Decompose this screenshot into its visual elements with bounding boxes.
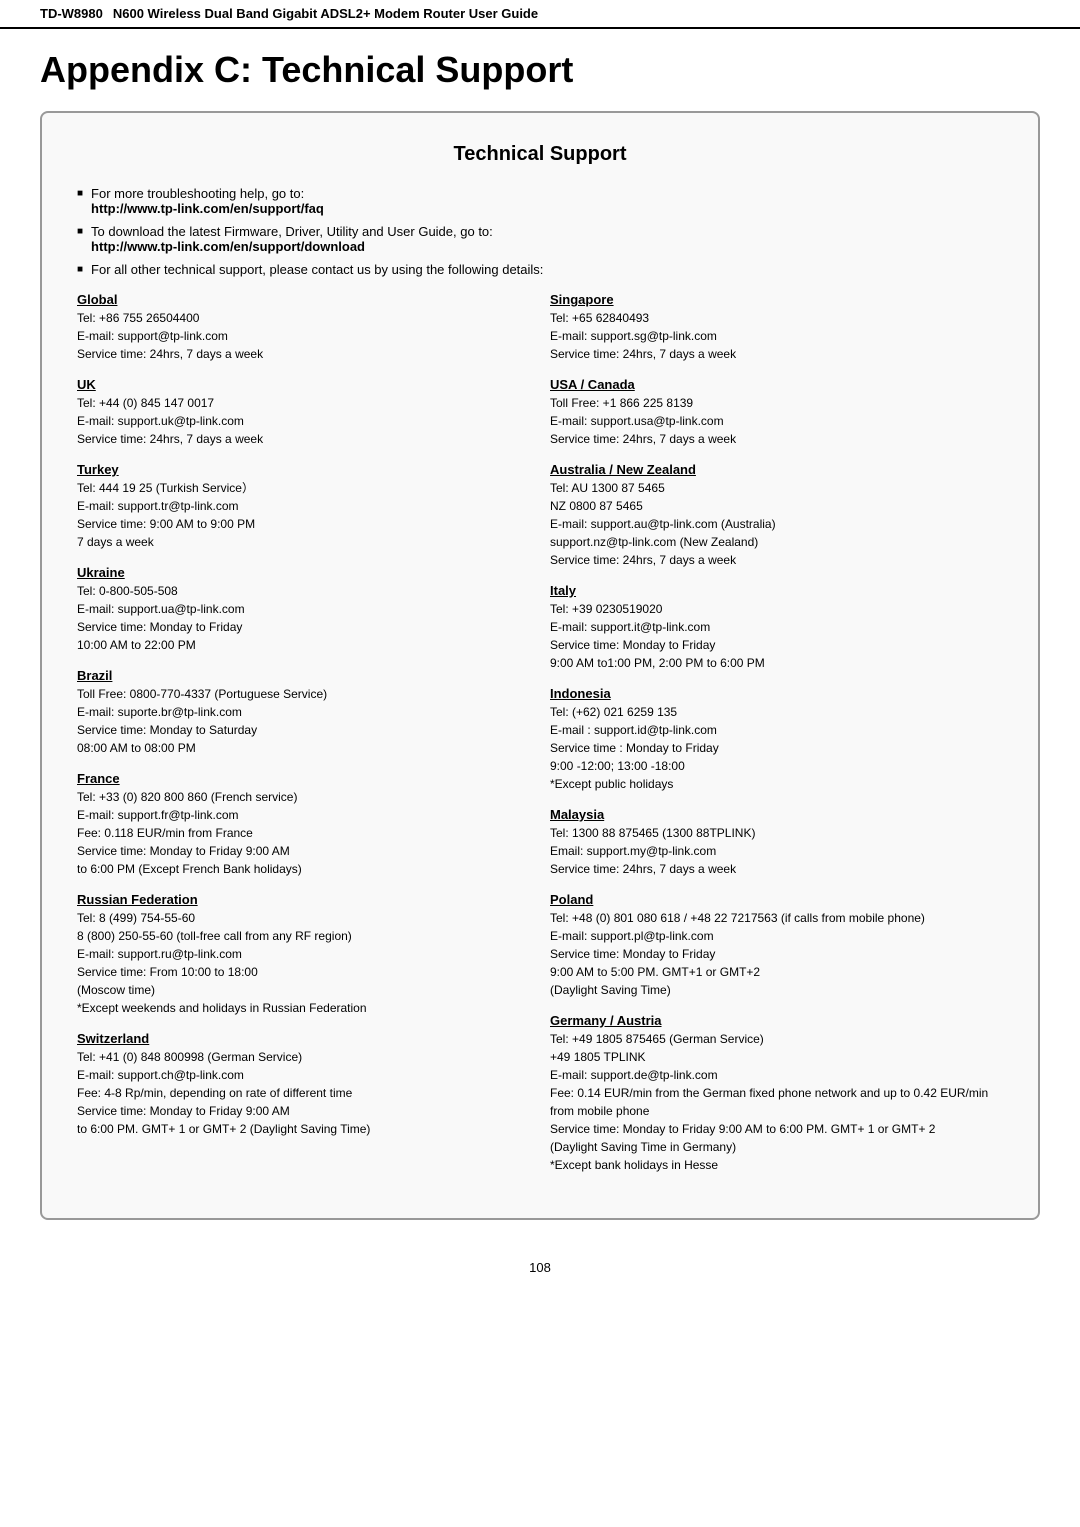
region-info: Tel: +33 (0) 820 800 860 (French service…	[77, 788, 530, 878]
bullet-item-2: To download the latest Firmware, Driver,…	[77, 224, 1003, 254]
region-name: UK	[77, 377, 530, 392]
bullet-item-3: For all other technical support, please …	[77, 262, 1003, 277]
region-info: Tel: +39 0230519020 E-mail: support.it@t…	[550, 600, 1003, 672]
region-block-right: Poland Tel: +48 (0) 801 080 618 / +48 22 …	[550, 892, 1003, 999]
region-name: Ukraine	[77, 565, 530, 580]
region-info: Tel: +65 62840493 E-mail: support.sg@tp-…	[550, 309, 1003, 363]
page-number: 108	[0, 1250, 1080, 1285]
region-info: Tel: (+62) 021 6259 135 E-mail : support…	[550, 703, 1003, 793]
col-right: Singapore Tel: +65 62840493 E-mail: suppo…	[550, 292, 1003, 1188]
region-name: France	[77, 771, 530, 786]
region-name: Russian Federation	[77, 892, 530, 907]
region-info: Tel: +41 (0) 848 800998 (German Service)…	[77, 1048, 530, 1138]
region-info: Tel: 1300 88 875465 (1300 88TPLINK) Emai…	[550, 824, 1003, 878]
region-block-right: Malaysia Tel: 1300 88 875465 (1300 88TPLI…	[550, 807, 1003, 878]
region-info: Toll Free: +1 866 225 8139 E-mail: suppo…	[550, 394, 1003, 448]
content-box: Technical Support For more troubleshooti…	[40, 111, 1040, 1220]
col-left: Global Tel: +86 755 26504400 E-mail: supp…	[77, 292, 530, 1188]
region-block-left: Russian Federation Tel: 8 (499) 754-55-60…	[77, 892, 530, 1017]
regions-columns: Global Tel: +86 755 26504400 E-mail: supp…	[77, 292, 1003, 1188]
region-block-left: Switzerland Tel: +41 (0) 848 800998 (Germ…	[77, 1031, 530, 1138]
region-block-right: Indonesia Tel: (+62) 021 6259 135 E-mail …	[550, 686, 1003, 793]
region-name: Indonesia	[550, 686, 1003, 701]
bullet-item-1: For more troubleshooting help, go to: ht…	[77, 186, 1003, 216]
region-info: Toll Free: 0800-770-4337 (Portuguese Ser…	[77, 685, 530, 757]
region-info: Tel: 444 19 25 (Turkish Service） E-mail:…	[77, 479, 530, 551]
region-info: Tel: AU 1300 87 5465 NZ 0800 87 5465 E-m…	[550, 479, 1003, 569]
section-title: Technical Support	[77, 143, 1003, 166]
header-title: N600 Wireless Dual Band Gigabit ADSL2+ M…	[113, 6, 538, 21]
region-block-left: France Tel: +33 (0) 820 800 860 (French s…	[77, 771, 530, 878]
region-name: Singapore	[550, 292, 1003, 307]
region-block-left: Brazil Toll Free: 0800-770-4337 (Portugue…	[77, 668, 530, 757]
region-block-right: Germany / Austria Tel: +49 1805 875465 (G…	[550, 1013, 1003, 1174]
faq-link: http://www.tp-link.com/en/support/faq	[91, 201, 324, 216]
region-block-right: Singapore Tel: +65 62840493 E-mail: suppo…	[550, 292, 1003, 363]
page-title: Appendix C: Technical Support	[0, 39, 1080, 111]
region-name: Poland	[550, 892, 1003, 907]
region-info: Tel: +86 755 26504400 E-mail: support@tp…	[77, 309, 530, 363]
region-name: Turkey	[77, 462, 530, 477]
download-link: http://www.tp-link.com/en/support/downlo…	[91, 239, 365, 254]
region-name: Global	[77, 292, 530, 307]
bullet-text-1: For more troubleshooting help, go to: ht…	[91, 186, 324, 216]
region-name: Germany / Austria	[550, 1013, 1003, 1028]
bullet-text-3: For all other technical support, please …	[91, 262, 543, 277]
intro-list: For more troubleshooting help, go to: ht…	[77, 186, 1003, 277]
bullet-text-2: To download the latest Firmware, Driver,…	[91, 224, 493, 254]
region-info: Tel: 0-800-505-508 E-mail: support.ua@tp…	[77, 582, 530, 654]
region-name: USA / Canada	[550, 377, 1003, 392]
region-info: Tel: 8 (499) 754-55-60 8 (800) 250-55-60…	[77, 909, 530, 1017]
region-block-right: USA / Canada Toll Free: +1 866 225 8139 E…	[550, 377, 1003, 448]
region-block-right: Australia / New Zealand Tel: AU 1300 87 5…	[550, 462, 1003, 569]
region-info: Tel: +48 (0) 801 080 618 / +48 22 721756…	[550, 909, 1003, 999]
region-block-left: Ukraine Tel: 0-800-505-508 E-mail: suppor…	[77, 565, 530, 654]
region-name: Switzerland	[77, 1031, 530, 1046]
header-model: TD-W8980	[40, 6, 103, 21]
region-name: Italy	[550, 583, 1003, 598]
region-info: Tel: +44 (0) 845 147 0017 E-mail: suppor…	[77, 394, 530, 448]
header: TD-W8980 N600 Wireless Dual Band Gigabit…	[0, 0, 1080, 29]
region-name: Malaysia	[550, 807, 1003, 822]
region-name: Australia / New Zealand	[550, 462, 1003, 477]
region-name: Brazil	[77, 668, 530, 683]
region-block-left: UK Tel: +44 (0) 845 147 0017 E-mail: supp…	[77, 377, 530, 448]
region-block-left: Global Tel: +86 755 26504400 E-mail: supp…	[77, 292, 530, 363]
region-block-right: Italy Tel: +39 0230519020 E-mail: support…	[550, 583, 1003, 672]
region-block-left: Turkey Tel: 444 19 25 (Turkish Service） E…	[77, 462, 530, 551]
region-info: Tel: +49 1805 875465 (German Service) +4…	[550, 1030, 1003, 1174]
